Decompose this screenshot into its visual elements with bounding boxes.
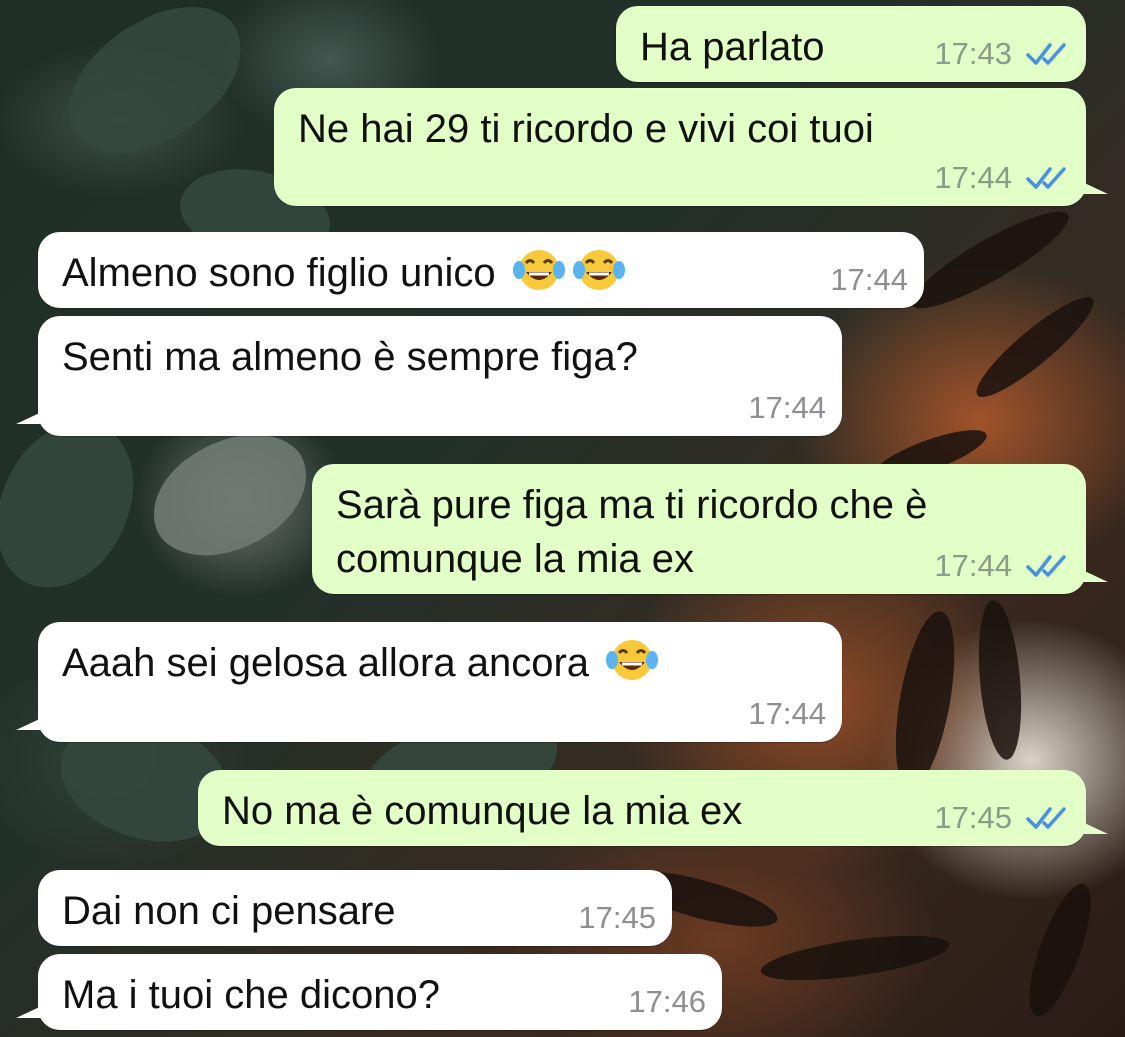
message-bubble-outgoing[interactable]: No ma è comunque la mia ex 17:45 <box>198 770 1108 846</box>
message-meta: 17:44 <box>934 160 1070 196</box>
message-time: 17:44 <box>830 262 908 297</box>
message-meta: 17:46 <box>628 984 706 1020</box>
message-text: Aaah sei gelosa allora ancora <box>62 641 590 685</box>
message-text: Ma i tuoi che dicono? <box>62 973 441 1017</box>
face-with-tears-of-joy-icon <box>606 640 659 680</box>
message-time: 17:45 <box>578 900 656 935</box>
message-time: 17:44 <box>934 548 1012 583</box>
double-check-icon <box>1026 43 1066 65</box>
message-time: 17:44 <box>748 390 826 425</box>
message-bubble-outgoing[interactable]: Ne hai 29 ti ricordo e vivi coi tuoi 17:… <box>274 88 1108 206</box>
message-text-line: Aaah sei gelosa allora ancora <box>62 640 659 685</box>
message-text: Almeno sono figlio unico <box>62 251 496 295</box>
bubble-tail <box>16 410 46 424</box>
bubble-tail <box>16 1004 46 1018</box>
message-bubble-incoming[interactable]: Aaah sei gelosa allora ancora 17:44 <box>16 622 842 742</box>
message-bubble-incoming[interactable]: Dai non ci pensare 17:45 <box>38 870 672 946</box>
face-with-tears-of-joy-icon <box>512 250 565 290</box>
message-text-line: Almeno sono figlio unico <box>62 250 626 295</box>
message-bubble-incoming[interactable]: Ma i tuoi che dicono? 17:46 <box>16 954 722 1030</box>
face-with-tears-of-joy-icon <box>572 250 625 290</box>
message-bubble-incoming[interactable]: Senti ma almeno è sempre figa? 17:44 <box>16 316 842 436</box>
message-text: Ne hai 29 ti ricordo e vivi coi tuoi <box>298 107 874 151</box>
bubble-tail <box>16 716 46 730</box>
chat-thread: Ha parlato 17:43 Ne hai 29 ti ricordo e … <box>0 0 1125 1037</box>
message-time: 17:44 <box>934 160 1012 195</box>
message-time: 17:45 <box>934 800 1012 835</box>
bubble-tail <box>1078 180 1108 194</box>
message-bubble-outgoing[interactable]: Sarà pure figa ma ti ricordo che è comun… <box>312 464 1108 594</box>
message-meta: 17:44 <box>748 696 826 732</box>
double-check-icon <box>1026 167 1066 189</box>
message-time: 17:46 <box>628 984 706 1019</box>
message-bubble-outgoing[interactable]: Ha parlato 17:43 <box>616 6 1086 82</box>
message-bubble-incoming[interactable]: Almeno sono figlio unico 17:44 <box>38 232 924 308</box>
message-meta: 17:45 <box>578 900 656 936</box>
message-meta: 17:44 <box>934 548 1070 584</box>
message-meta: 17:44 <box>830 262 908 298</box>
message-text: Senti ma almeno è sempre figa? <box>62 335 638 379</box>
bubble-tail <box>1078 568 1108 582</box>
message-meta: 17:43 <box>934 36 1070 72</box>
message-meta: 17:45 <box>934 800 1070 836</box>
message-meta: 17:44 <box>748 390 826 426</box>
double-check-icon <box>1026 807 1066 829</box>
message-time: 17:44 <box>748 696 826 731</box>
message-text: Dai non ci pensare <box>62 889 396 933</box>
double-check-icon <box>1026 555 1066 577</box>
message-time: 17:43 <box>934 36 1012 71</box>
bubble-tail <box>1078 820 1108 834</box>
